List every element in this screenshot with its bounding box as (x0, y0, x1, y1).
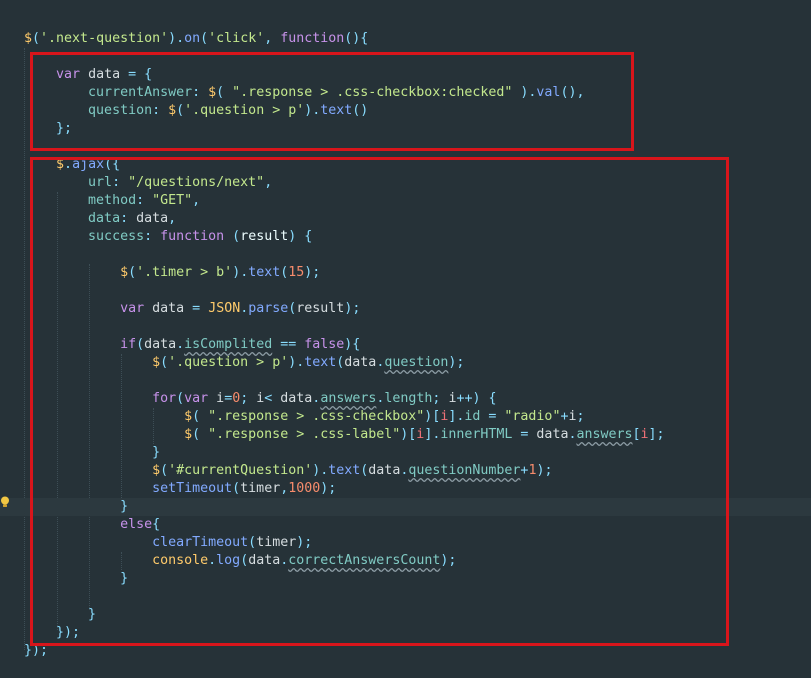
code-token: on (184, 31, 201, 46)
code-token: function (280, 31, 345, 46)
code-token: (){ (344, 31, 369, 46)
code-token: ). (168, 31, 185, 46)
code-token: ( (32, 31, 41, 46)
code-token: '.next-question' (40, 31, 169, 46)
code-token: , (264, 31, 281, 46)
code-text: $('.next-question').on('click', function… (24, 30, 368, 48)
code-editor[interactable]: $('.next-question').on('click', function… (0, 0, 811, 678)
code-token: $ (24, 31, 33, 46)
lightbulb-icon[interactable] (0, 496, 10, 508)
code-line[interactable]: $('.next-question').on('click', function… (0, 30, 811, 48)
highlight-box-data-object (30, 52, 634, 151)
code-token: 'click' (208, 31, 265, 46)
code-token: ( (200, 31, 209, 46)
highlight-box-ajax-call (30, 157, 729, 646)
